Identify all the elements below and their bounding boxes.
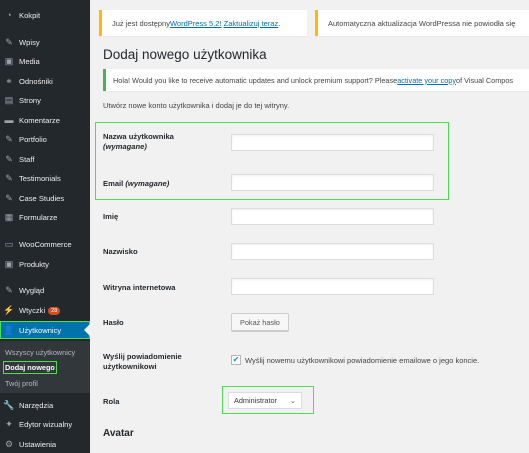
password-label: Hasło	[103, 318, 124, 327]
sidebar-item-tools[interactable]: 🔧 Narzędzia	[0, 397, 90, 414]
sidebar-item-settings[interactable]: ⚙ Ustawienia	[0, 436, 90, 453]
website-label: Witryna internetowa	[103, 283, 176, 292]
sidebar-item-forms[interactable]: ▦ Formularze	[0, 209, 90, 226]
sidebar-item-pages[interactable]: ▤ Strony	[0, 92, 90, 109]
submenu-your-profile[interactable]: Twój profil	[5, 379, 38, 388]
admin-sidebar: ◔ Kokpit ✎ Wpisy ▣ Media ⚭ Odnośniki ▤ Strony…	[0, 0, 90, 453]
wordpress-version-link[interactable]: WordPress 5.2!	[170, 19, 222, 28]
sidebar-item-comments[interactable]: ▬ Komentarze	[0, 112, 90, 129]
role-label: Rola	[103, 397, 120, 406]
comment-icon: ▬	[4, 115, 14, 125]
page-intro: Utwórz nowe konto użytkownika i dodaj je…	[103, 101, 290, 110]
sidebar-item-appearance[interactable]: ✎ Wygląd	[0, 282, 90, 299]
sidebar-item-products[interactable]: ▣ Produkty	[0, 256, 90, 273]
sidebar-item-links[interactable]: ⚭ Odnośniki	[0, 73, 90, 90]
visual-editor-icon: ✦	[5, 419, 13, 429]
settings-icon: ⚙	[4, 439, 14, 449]
main-content: Już jest dostępny WordPress 5.2! Zaktual…	[90, 0, 529, 453]
submenu-add-new[interactable]: Dodaj nowego	[3, 361, 57, 374]
auto-update-failed-notice: Automatyczna aktualizacja WordPressa nie…	[315, 10, 529, 36]
page-title: Dodaj nowego użytkownika	[103, 47, 267, 62]
role-select[interactable]: Administrator ⌄	[228, 392, 302, 409]
products-icon: ▣	[4, 259, 14, 269]
required-note: (wymagane)	[103, 142, 147, 151]
show-password-button[interactable]: Pokaż hasło	[231, 313, 289, 331]
portfolio-icon: ✎	[5, 134, 13, 144]
email-label: Email (wymagane)	[103, 179, 170, 188]
link-icon: ⚭	[5, 76, 13, 86]
sidebar-item-dashboard[interactable]: ◔ Kokpit	[0, 7, 90, 24]
woocommerce-icon: ▭	[4, 239, 14, 249]
website-input[interactable]	[231, 278, 434, 295]
sidebar-item-visual-editor[interactable]: ✦ Edytor wizualny	[0, 416, 90, 433]
send-notification-text: Wyślij nowemu użytkownikowi powiadomieni…	[245, 356, 480, 365]
sidebar-item-woocommerce[interactable]: ▭ WooCommerce	[0, 236, 90, 253]
users-icon: 👤	[3, 324, 15, 335]
media-icon: ▣	[4, 56, 14, 66]
tools-icon: 🔧	[3, 400, 15, 410]
sidebar-item-portfolio[interactable]: ✎ Portfolio	[0, 131, 90, 148]
update-notice: Już jest dostępny WordPress 5.2! Zaktual…	[99, 10, 307, 36]
page-icon: ▤	[4, 95, 14, 105]
activate-copy-link[interactable]: activate your copy	[397, 76, 456, 85]
username-input[interactable]	[231, 134, 434, 151]
staff-icon: ✎	[5, 154, 13, 164]
sidebar-item-testimonials[interactable]: ✎ Testimonials	[0, 170, 90, 187]
checkmark-icon: ✔	[232, 355, 240, 364]
send-notification-checkbox[interactable]: ✔	[231, 355, 241, 365]
last-name-label: Nazwisko	[103, 247, 138, 256]
sidebar-item-users[interactable]: 👤 Użytkownicy	[0, 321, 90, 339]
avatar-heading: Avatar	[103, 428, 134, 439]
pin-icon: ✎	[5, 37, 13, 47]
last-name-input[interactable]	[231, 243, 434, 260]
sidebar-item-staff[interactable]: ✎ Staff	[0, 151, 90, 168]
visual-composer-notice: Hola! Would you like to receive automati…	[103, 69, 529, 91]
sidebar-item-posts[interactable]: ✎ Wpisy	[0, 34, 90, 51]
chevron-down-icon: ⌄	[290, 397, 296, 405]
first-name-input[interactable]	[231, 208, 434, 225]
username-label: Nazwa użytkownika (wymagane)	[103, 132, 174, 151]
forms-icon: ▦	[4, 212, 14, 222]
appearance-icon: ✎	[5, 285, 13, 295]
role-select-value: Administrator	[234, 396, 277, 405]
first-name-label: Imię	[103, 212, 119, 221]
testimonials-icon: ✎	[5, 173, 13, 183]
plugins-update-badge: 28	[48, 306, 61, 315]
update-now-link[interactable]: Zaktualizuj teraz	[224, 19, 279, 28]
case-studies-icon: ✎	[5, 193, 13, 203]
required-note: (wymagane)	[125, 179, 170, 188]
users-submenu: Wszyscy użytkownicy Dodaj nowego Twój pr…	[0, 341, 90, 393]
sidebar-item-case-studies[interactable]: ✎ Case Studies	[0, 190, 90, 207]
send-notification-label: Wyślij powiadomienie użytkownikowi	[103, 352, 182, 371]
submenu-all-users[interactable]: Wszyscy użytkownicy	[5, 348, 75, 357]
email-input[interactable]	[231, 174, 434, 191]
sidebar-item-media[interactable]: ▣ Media	[0, 53, 90, 70]
dashboard-icon: ◔	[6, 10, 12, 20]
plugins-icon: ⚡	[3, 305, 15, 315]
sidebar-item-plugins[interactable]: ⚡ Wtyczki 28	[0, 302, 90, 319]
